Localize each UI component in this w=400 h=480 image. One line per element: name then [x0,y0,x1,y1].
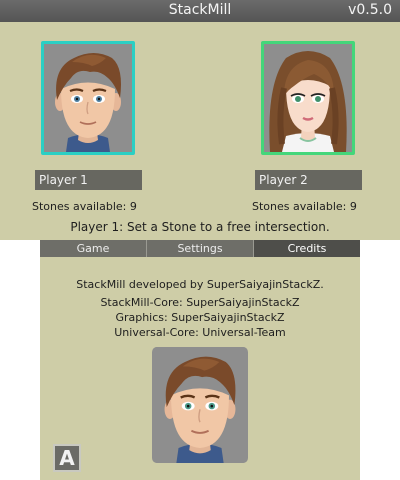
player-2-name: Player 2 [255,170,362,190]
app-version: v0.5.0 [348,2,392,18]
credits-graphics: Graphics: SuperSaiyajinStackZ [115,311,285,324]
tab-credits[interactable]: Credits [254,240,360,257]
title-bar: StackMill v0.5.0 [0,0,400,22]
female-avatar-icon [264,44,352,152]
developer-portrait [152,347,248,463]
app-title: StackMill [168,2,232,18]
male-avatar-icon [44,44,132,152]
a-button[interactable]: A [53,444,81,472]
developer-avatar-icon [152,347,248,463]
top-screen: StackMill v0.5.0 Player 1 Player 2 Stone… [0,0,400,240]
tab-game[interactable]: Game [40,240,147,257]
credits-developed-by: StackMill developed by SuperSaiyajinStac… [76,278,324,291]
bottom-screen: Game Settings Credits StackMill develope… [40,240,360,480]
player-2-stones-available: Stones available: 9 [252,200,357,213]
status-message: Player 1: Set a Stone to a free intersec… [70,220,330,234]
credits-universal-core: Universal-Core: Universal-Team [114,326,286,339]
credits-core: StackMill-Core: SuperSaiyajinStackZ [100,296,300,309]
tab-settings[interactable]: Settings [147,240,254,257]
player-1-name: Player 1 [35,170,142,190]
tab-bar: Game Settings Credits [40,240,360,257]
player-1-stones-available: Stones available: 9 [32,200,137,213]
player-2-portrait[interactable] [261,41,355,155]
player-1-portrait[interactable] [41,41,135,155]
